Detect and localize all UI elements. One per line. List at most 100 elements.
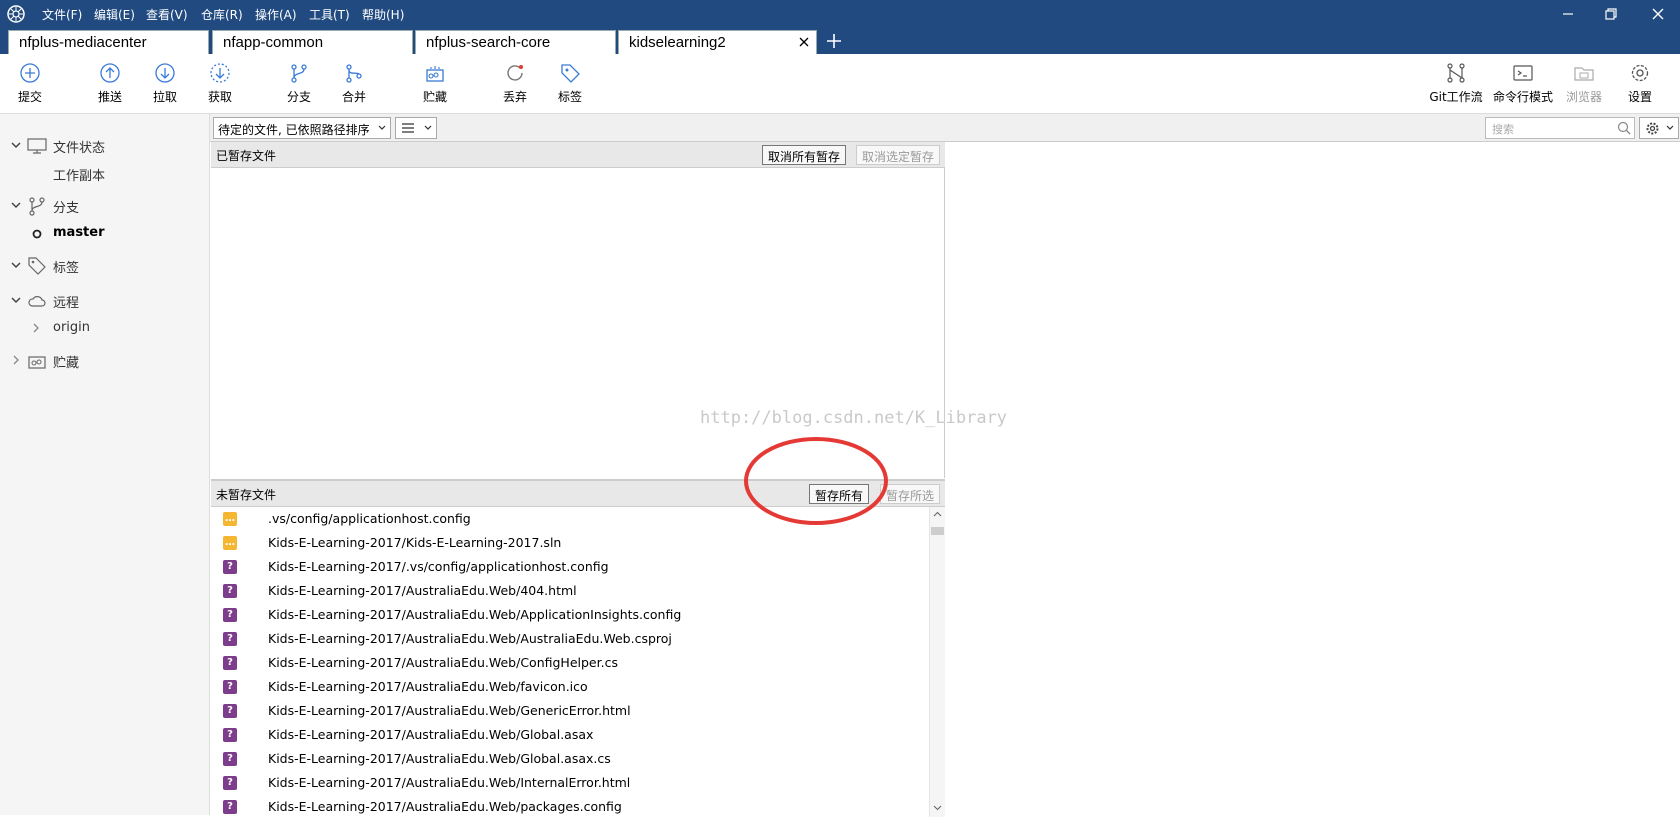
annotation-circle (744, 437, 888, 525)
sidebar-section-stashes[interactable]: 贮藏 (0, 349, 210, 373)
fetch-button[interactable]: 获取 (190, 58, 250, 110)
file-row[interactable]: ? Kids-E-Learning-2017/AustraliaEdu.Web/G… (211, 723, 927, 747)
stash-button[interactable]: 贮藏 (405, 58, 465, 110)
sort-filter-label: 待定的文件, 已依照路径排序 (218, 123, 370, 137)
sidebar-label: 远程 (53, 296, 80, 311)
chevron-down-icon[interactable] (10, 139, 22, 151)
untracked-file-icon: ? (223, 656, 237, 670)
untracked-file-icon: ? (223, 560, 237, 574)
watermark: http://blog.csdn.net/K_Library (700, 408, 1008, 428)
chevron-right-icon[interactable] (30, 322, 42, 334)
merge-label: 合并 (341, 90, 366, 104)
close-window-icon[interactable] (1648, 4, 1668, 24)
close-tab-icon[interactable] (798, 35, 810, 49)
sidebar-item-origin[interactable]: origin (0, 317, 210, 341)
stash-icon (426, 66, 444, 82)
sidebar-section-tags[interactable]: 标签 (0, 254, 210, 278)
chevron-down-icon[interactable] (10, 294, 22, 306)
add-tab-icon[interactable] (824, 31, 844, 51)
commit-icon (20, 63, 40, 83)
commit-label: 提交 (17, 90, 42, 104)
push-label: 推送 (97, 90, 122, 104)
restore-icon[interactable] (1601, 4, 1621, 24)
branch-button[interactable]: 分支 (269, 58, 329, 110)
staged-header: 已暂存文件 取消所有暂存 取消选定暂存 (211, 142, 945, 168)
tab-kidselearning2[interactable]: kidselearning2 (618, 30, 817, 54)
file-row[interactable]: … Kids-E-Learning-2017/Kids-E-Learning-20… (211, 531, 927, 555)
tag-icon (561, 64, 580, 83)
file-row[interactable]: ? Kids-E-Learning-2017/AustraliaEdu.Web/I… (211, 771, 927, 795)
fetch-icon (210, 63, 230, 83)
menu-tools[interactable]: 工具(T) (309, 6, 350, 23)
file-row[interactable]: ? Kids-E-Learning-2017/AustraliaEdu.Web/p… (211, 795, 927, 817)
view-mode-select[interactable] (395, 117, 437, 139)
file-path: Kids-E-Learning-2017/AustraliaEdu.Web/40… (268, 583, 577, 598)
unstaged-title: 未暂存文件 (216, 488, 277, 502)
tab-nfplus-search-core[interactable]: nfplus-search-core (415, 30, 616, 54)
menu-repository[interactable]: 仓库(R) (201, 6, 243, 23)
commit-button[interactable]: 提交 (0, 58, 60, 110)
tab-nfapp-common[interactable]: nfapp-common (212, 30, 413, 54)
chevron-down-icon[interactable] (10, 199, 22, 211)
list-icon (402, 123, 414, 133)
git-flow-button[interactable]: Git工作流 (1426, 58, 1486, 110)
cloud-icon (28, 296, 46, 307)
settings-label: 设置 (1627, 90, 1652, 104)
untracked-file-icon: ? (223, 752, 237, 766)
file-row[interactable]: ? Kids-E-Learning-2017/AustraliaEdu.Web/A… (211, 627, 927, 651)
file-row[interactable]: ? Kids-E-Learning-2017/AustraliaEdu.Web/G… (211, 747, 927, 771)
chevron-down-icon[interactable] (10, 259, 22, 271)
file-path: Kids-E-Learning-2017/AustraliaEdu.Web/In… (268, 775, 631, 790)
sidebar-section-branches[interactable]: 分支 (0, 194, 210, 218)
scroll-thumb[interactable] (931, 527, 944, 535)
tag-button[interactable]: 标签 (540, 58, 600, 110)
diff-view-pane (946, 142, 1680, 815)
settings-button[interactable]: 设置 (1612, 58, 1668, 110)
untracked-file-icon: ? (223, 632, 237, 646)
menu-actions[interactable]: 操作(A) (255, 6, 297, 23)
terminal-button[interactable]: 命令行模式 (1491, 58, 1555, 110)
file-path: Kids-E-Learning-2017/AustraliaEdu.Web/Co… (268, 655, 618, 670)
scroll-down-icon[interactable] (933, 805, 942, 811)
unstage-all-button[interactable]: 取消所有暂存 (762, 145, 847, 165)
file-list-scrollbar[interactable] (929, 507, 945, 817)
filter-settings-select[interactable] (1639, 117, 1679, 139)
file-row[interactable]: ? Kids-E-Learning-2017/AustraliaEdu.Web/f… (211, 675, 927, 699)
tag-icon (28, 257, 46, 275)
file-row[interactable]: ? Kids-E-Learning-2017/AustraliaEdu.Web/A… (211, 603, 927, 627)
sidebar-item-working-copy[interactable]: 工作副本 (0, 162, 210, 186)
menu-file[interactable]: 文件(F) (42, 6, 82, 23)
minimize-icon[interactable] (1558, 4, 1578, 24)
menu-help[interactable]: 帮助(H) (362, 6, 404, 23)
sidebar-section-file-status[interactable]: 文件状态 (0, 134, 210, 158)
untracked-file-icon: ? (223, 680, 237, 694)
terminal-label: 命令行模式 (1492, 90, 1553, 104)
search-placeholder: 搜索 (1492, 123, 1514, 136)
app-logo-icon[interactable] (6, 4, 26, 24)
menu-edit[interactable]: 编辑(E) (94, 6, 135, 23)
file-path: Kids-E-Learning-2017/AustraliaEdu.Web/pa… (268, 799, 622, 814)
sidebar-item-master[interactable]: master (0, 222, 210, 246)
pull-button[interactable]: 拉取 (135, 58, 195, 110)
search-input[interactable]: 搜索 (1485, 117, 1635, 139)
folder-icon (1574, 67, 1594, 81)
sidebar-label: 工作副本 (53, 169, 106, 184)
explorer-label: 浏览器 (1565, 90, 1602, 104)
file-path: Kids-E-Learning-2017/AustraliaEdu.Web/Ge… (268, 703, 631, 718)
merge-button[interactable]: 合并 (324, 58, 384, 110)
file-row[interactable]: ? Kids-E-Learning-2017/AustraliaEdu.Web/4… (211, 579, 927, 603)
scroll-up-icon[interactable] (933, 511, 942, 517)
chevron-right-icon[interactable] (10, 354, 22, 366)
stash-icon (28, 356, 46, 369)
file-row[interactable]: ? Kids-E-Learning-2017/AustraliaEdu.Web/C… (211, 651, 927, 675)
tab-nfplus-mediacenter[interactable]: nfplus-mediacenter (8, 30, 209, 54)
file-row[interactable]: ? Kids-E-Learning-2017/.vs/config/applica… (211, 555, 927, 579)
menu-view[interactable]: 查看(V) (146, 6, 188, 23)
sidebar-section-remotes[interactable]: 远程 (0, 289, 210, 313)
push-button[interactable]: 推送 (80, 58, 140, 110)
discard-button[interactable]: 丢弃 (485, 58, 545, 110)
unstage-selected-button[interactable]: 取消选定暂存 (856, 145, 941, 165)
sort-filter-select[interactable]: 待定的文件, 已依照路径排序 (213, 117, 391, 139)
file-row[interactable]: ? Kids-E-Learning-2017/AustraliaEdu.Web/G… (211, 699, 927, 723)
explorer-button[interactable]: 浏览器 (1555, 58, 1613, 110)
